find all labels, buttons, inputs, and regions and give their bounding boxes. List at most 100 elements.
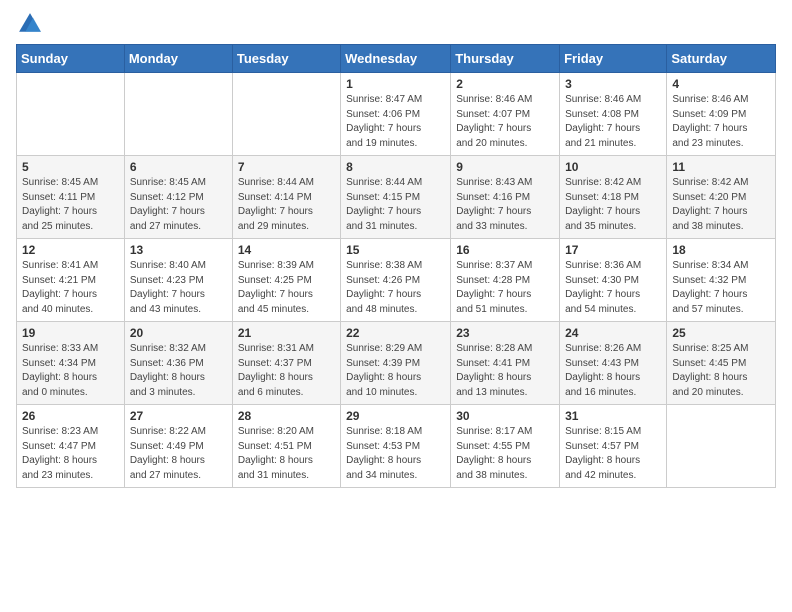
calendar-cell: 7 Sunrise: 8:44 AM Sunset: 4:14 PM Daylig… [232,156,340,239]
calendar-cell: 10Sunrise: 8:42 AM Sunset: 4:18 PM Dayli… [560,156,667,239]
day-info: Sunrise: 8:17 AM Sunset: 4:55 PM Dayligh… [456,425,554,483]
calendar-cell: 15 Sunrise: 8:38 AM Sunset: 4:26 PM Dayli… [341,239,451,322]
weekday-header-tuesday: Tuesday [232,45,340,73]
day-number: 22 [346,326,445,340]
calendar-cell: 28 Sunrise: 8:20 AM Sunset: 4:51 PM Dayli… [232,405,340,488]
calendar-cell: 3 Sunrise: 8:46 AM Sunset: 4:08 PM Daylig… [560,73,667,156]
day-number: 5 [22,160,119,174]
calendar-cell: 30 Sunrise: 8:17 AM Sunset: 4:55 PM Dayli… [451,405,560,488]
calendar-cell: 4 Sunrise: 8:46 AM Sunset: 4:09 PM Daylig… [667,73,776,156]
calendar-body: 1Sunrise: 8:47 AM Sunset: 4:06 PM Daylig… [17,73,776,488]
weekday-header-friday: Friday [560,45,667,73]
day-info: Sunrise: 8:25 AM Sunset: 4:45 PM Dayligh… [672,342,770,400]
day-info: Sunrise: 8:32 AM Sunset: 4:36 PM Dayligh… [130,342,227,400]
day-number: 23 [456,326,554,340]
day-info: Sunrise: 8:45 AM Sunset: 4:12 PM Dayligh… [130,176,227,234]
day-number: 9 [456,160,554,174]
calendar-cell: 5 Sunrise: 8:45 AM Sunset: 4:11 PM Daylig… [17,156,125,239]
calendar-cell: 14 Sunrise: 8:39 AM Sunset: 4:25 PM Dayli… [232,239,340,322]
day-info: Sunrise: 8:42 AM Sunset: 4:20 PM Dayligh… [672,176,770,234]
weekday-header-thursday: Thursday [451,45,560,73]
calendar-cell: 2 Sunrise: 8:46 AM Sunset: 4:07 PM Daylig… [451,73,560,156]
weekday-row: SundayMondayTuesdayWednesdayThursdayFrid… [17,45,776,73]
day-info: Sunrise: 8:41 AM Sunset: 4:21 PM Dayligh… [22,259,119,317]
day-info: Sunrise: 8:39 AM Sunset: 4:25 PM Dayligh… [238,259,335,317]
calendar-week-4: 19 Sunrise: 8:33 AM Sunset: 4:34 PM Dayli… [17,322,776,405]
calendar-cell: 8Sunrise: 8:44 AM Sunset: 4:15 PM Daylig… [341,156,451,239]
header [16,10,776,38]
day-number: 29 [346,409,445,423]
calendar-table: SundayMondayTuesdayWednesdayThursdayFrid… [16,44,776,488]
day-number: 28 [238,409,335,423]
day-info: Sunrise: 8:23 AM Sunset: 4:47 PM Dayligh… [22,425,119,483]
day-number: 18 [672,243,770,257]
calendar-cell: 24Sunrise: 8:26 AM Sunset: 4:43 PM Dayli… [560,322,667,405]
calendar-week-5: 26 Sunrise: 8:23 AM Sunset: 4:47 PM Dayli… [17,405,776,488]
day-info: Sunrise: 8:38 AM Sunset: 4:26 PM Dayligh… [346,259,445,317]
day-number: 17 [565,243,661,257]
logo [16,10,48,38]
calendar-cell: 31Sunrise: 8:15 AM Sunset: 4:57 PM Dayli… [560,405,667,488]
calendar-cell: 20 Sunrise: 8:32 AM Sunset: 4:36 PM Dayli… [124,322,232,405]
day-info: Sunrise: 8:33 AM Sunset: 4:34 PM Dayligh… [22,342,119,400]
day-number: 10 [565,160,661,174]
day-number: 26 [22,409,119,423]
weekday-header-sunday: Sunday [17,45,125,73]
day-info: Sunrise: 8:43 AM Sunset: 4:16 PM Dayligh… [456,176,554,234]
calendar-cell: 9 Sunrise: 8:43 AM Sunset: 4:16 PM Daylig… [451,156,560,239]
day-info: Sunrise: 8:37 AM Sunset: 4:28 PM Dayligh… [456,259,554,317]
calendar-cell: 6Sunrise: 8:45 AM Sunset: 4:12 PM Daylig… [124,156,232,239]
calendar-cell [667,405,776,488]
day-info: Sunrise: 8:22 AM Sunset: 4:49 PM Dayligh… [130,425,227,483]
day-info: Sunrise: 8:20 AM Sunset: 4:51 PM Dayligh… [238,425,335,483]
day-number: 4 [672,77,770,91]
day-number: 27 [130,409,227,423]
calendar-cell: 11 Sunrise: 8:42 AM Sunset: 4:20 PM Dayli… [667,156,776,239]
day-info: Sunrise: 8:31 AM Sunset: 4:37 PM Dayligh… [238,342,335,400]
calendar-cell: 27 Sunrise: 8:22 AM Sunset: 4:49 PM Dayli… [124,405,232,488]
day-number: 20 [130,326,227,340]
calendar-cell: 21 Sunrise: 8:31 AM Sunset: 4:37 PM Dayli… [232,322,340,405]
day-number: 14 [238,243,335,257]
calendar-cell [232,73,340,156]
day-info: Sunrise: 8:45 AM Sunset: 4:11 PM Dayligh… [22,176,119,234]
day-info: Sunrise: 8:28 AM Sunset: 4:41 PM Dayligh… [456,342,554,400]
day-number: 13 [130,243,227,257]
day-number: 19 [22,326,119,340]
day-number: 21 [238,326,335,340]
day-info: Sunrise: 8:29 AM Sunset: 4:39 PM Dayligh… [346,342,445,400]
logo-icon [16,10,44,38]
day-info: Sunrise: 8:26 AM Sunset: 4:43 PM Dayligh… [565,342,661,400]
day-info: Sunrise: 8:15 AM Sunset: 4:57 PM Dayligh… [565,425,661,483]
day-number: 7 [238,160,335,174]
calendar-cell: 13Sunrise: 8:40 AM Sunset: 4:23 PM Dayli… [124,239,232,322]
day-number: 1 [346,77,445,91]
calendar-cell: 25 Sunrise: 8:25 AM Sunset: 4:45 PM Dayli… [667,322,776,405]
weekday-header-wednesday: Wednesday [341,45,451,73]
day-info: Sunrise: 8:44 AM Sunset: 4:14 PM Dayligh… [238,176,335,234]
calendar-cell [124,73,232,156]
calendar-cell: 1Sunrise: 8:47 AM Sunset: 4:06 PM Daylig… [341,73,451,156]
calendar-cell: 22 Sunrise: 8:29 AM Sunset: 4:39 PM Dayli… [341,322,451,405]
day-info: Sunrise: 8:36 AM Sunset: 4:30 PM Dayligh… [565,259,661,317]
calendar-cell: 26 Sunrise: 8:23 AM Sunset: 4:47 PM Dayli… [17,405,125,488]
day-info: Sunrise: 8:46 AM Sunset: 4:09 PM Dayligh… [672,93,770,151]
calendar-cell: 29 Sunrise: 8:18 AM Sunset: 4:53 PM Dayli… [341,405,451,488]
calendar-cell: 19 Sunrise: 8:33 AM Sunset: 4:34 PM Dayli… [17,322,125,405]
day-number: 3 [565,77,661,91]
day-number: 2 [456,77,554,91]
calendar-cell [17,73,125,156]
page: SundayMondayTuesdayWednesdayThursdayFrid… [0,0,792,612]
day-number: 25 [672,326,770,340]
day-info: Sunrise: 8:18 AM Sunset: 4:53 PM Dayligh… [346,425,445,483]
calendar-cell: 16Sunrise: 8:37 AM Sunset: 4:28 PM Dayli… [451,239,560,322]
day-number: 8 [346,160,445,174]
calendar-cell: 23 Sunrise: 8:28 AM Sunset: 4:41 PM Dayli… [451,322,560,405]
day-info: Sunrise: 8:46 AM Sunset: 4:07 PM Dayligh… [456,93,554,151]
day-number: 30 [456,409,554,423]
calendar-cell: 12Sunrise: 8:41 AM Sunset: 4:21 PM Dayli… [17,239,125,322]
calendar-week-3: 12Sunrise: 8:41 AM Sunset: 4:21 PM Dayli… [17,239,776,322]
day-info: Sunrise: 8:46 AM Sunset: 4:08 PM Dayligh… [565,93,661,151]
day-number: 15 [346,243,445,257]
day-number: 11 [672,160,770,174]
